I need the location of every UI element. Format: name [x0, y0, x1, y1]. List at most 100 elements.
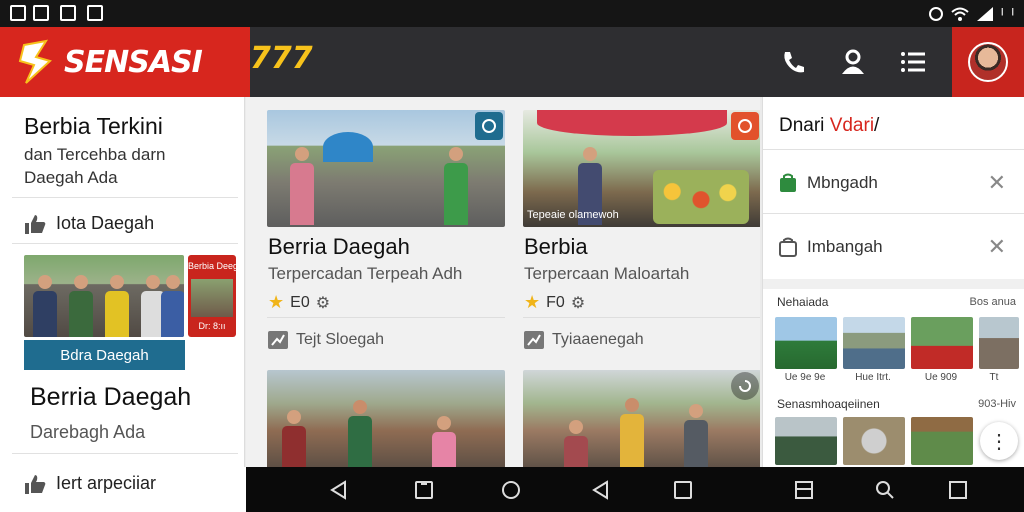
- card-footer[interactable]: Tejt Sloegah: [268, 331, 384, 349]
- account-avatar-button[interactable]: [952, 27, 1024, 97]
- gallery-count[interactable]: 903-Hiv: [978, 398, 1016, 410]
- share-icon[interactable]: [475, 112, 503, 140]
- divider: [12, 453, 238, 454]
- promo-badge-label: Berbia Deeger: [188, 261, 236, 271]
- right-panel: Dnari Vdari/ Mbngadh ✕ Imbangah ✕ Nehaia…: [762, 97, 1024, 467]
- thumbnail-caption: Ue 909: [924, 372, 958, 383]
- card-footer[interactable]: Tyiaaenegah: [524, 331, 644, 349]
- card-footer-label: Tejt Sloegah: [296, 331, 385, 348]
- divider: [267, 317, 505, 318]
- list-menu-icon: [901, 52, 925, 72]
- divider: [523, 317, 760, 318]
- list-item-label: Imbangah: [807, 237, 883, 256]
- card-image[interactable]: [523, 370, 760, 467]
- user-icon: [842, 49, 864, 74]
- search-button[interactable]: [873, 478, 897, 502]
- bag-icon: [779, 237, 797, 257]
- card-footer-label: Tyiaaenegah: [552, 331, 644, 348]
- trend-icon: [524, 331, 544, 349]
- thumbs-up-icon: [25, 474, 46, 494]
- square-icon: [949, 481, 967, 499]
- back-icon: [330, 480, 346, 500]
- chart-icon: [87, 5, 103, 21]
- card-title[interactable]: Berria Daegah: [268, 234, 410, 260]
- gallery-label: Senasmhoaqeiinen: [777, 397, 880, 411]
- search-icon: [876, 481, 894, 499]
- home-button[interactable]: [499, 478, 523, 502]
- status-bar: ᴵ ᴵ: [0, 0, 1024, 27]
- panel-subtitle-line2: Daegah Ada: [24, 168, 118, 187]
- list-item[interactable]: Imbangah ✕: [779, 227, 1014, 267]
- image-caption: Tepeaie olamewoh: [527, 209, 619, 221]
- section-label: Iert arpeciiar: [56, 473, 157, 493]
- section-link-special[interactable]: Iert arpeciiar: [24, 473, 156, 494]
- overview-button[interactable]: [946, 478, 970, 502]
- back-button[interactable]: [326, 478, 350, 502]
- thumbnail-caption: Ue 9e 9e: [784, 372, 826, 383]
- bookmark-icon[interactable]: [731, 112, 759, 140]
- headline-subtitle: Darebagh Ada: [30, 422, 146, 442]
- app-bar: SENSASI 777: [0, 27, 1024, 97]
- logo-mark-icon: [18, 39, 52, 84]
- bag-icon: [780, 173, 796, 192]
- card-title[interactable]: Berbia: [524, 234, 588, 260]
- section-link-regional[interactable]: Iota Daegah: [24, 213, 154, 234]
- gallery-thumbnail[interactable]: [775, 417, 837, 465]
- panel-title: Berbia Terkini: [24, 113, 163, 139]
- gallery-thumbnail[interactable]: [911, 317, 973, 369]
- news-feed: Berria Daegah Terpercadan Terpeah Adh ★ …: [246, 97, 760, 467]
- photo-icon: [60, 5, 76, 21]
- promo-badge-date: Dr: 8:ıı: [198, 321, 226, 331]
- battery-percent: ᴵ: [1000, 5, 1004, 23]
- brand-logo[interactable]: SENSASI: [0, 27, 250, 97]
- close-icon[interactable]: ✕: [988, 234, 1006, 260]
- signal-icon: [976, 7, 993, 21]
- phone-button[interactable]: [776, 45, 810, 79]
- promo-button[interactable]: Bdra Daegah: [24, 340, 185, 370]
- card-image[interactable]: [267, 370, 505, 467]
- left-panel: Berbia Terkini dan Tercehba darn Daegah …: [0, 97, 245, 467]
- more-options-button[interactable]: ⋮: [980, 422, 1018, 460]
- headline[interactable]: Berria Daegah: [30, 383, 191, 412]
- star-icon: ★: [268, 292, 285, 312]
- divider: [763, 213, 1024, 214]
- list-item[interactable]: Mbngadh ✕: [779, 163, 1014, 203]
- section-label: Iota Daegah: [56, 213, 155, 233]
- gallery-label: Nehaiada: [777, 295, 829, 309]
- home-circle-icon: [502, 481, 520, 499]
- back-button[interactable]: [588, 478, 612, 502]
- promo-photo[interactable]: [24, 255, 184, 337]
- brand-number: 777: [250, 41, 313, 76]
- thumbnail-caption: Tt: [989, 372, 999, 383]
- square-icon: [415, 481, 433, 499]
- refresh-icon[interactable]: [731, 372, 759, 400]
- card-subtitle: Terpercadan Terpeah Adh: [268, 264, 463, 283]
- gallery-thumbnail[interactable]: [843, 317, 905, 369]
- back-icon: [592, 480, 608, 500]
- phone-icon: [784, 52, 804, 73]
- close-icon[interactable]: ✕: [988, 170, 1006, 196]
- thumbnail-caption: Hue Itrt.: [855, 372, 891, 383]
- recents-button[interactable]: [671, 478, 695, 502]
- card-image[interactable]: Tepeaie olamewoh: [523, 110, 760, 227]
- settings-icon: ⚙: [315, 294, 331, 312]
- split-screen-button[interactable]: [792, 478, 816, 502]
- recents-button[interactable]: [412, 478, 436, 502]
- wifi-icon: [951, 7, 969, 21]
- promo-badge[interactable]: Berbia Deeger Dr: 8:ıı: [188, 255, 236, 337]
- panel-subtitle-line1: dan Tercehba darn: [24, 145, 166, 164]
- gallery-thumbnail[interactable]: [911, 417, 973, 465]
- gallery-thumbnail[interactable]: [843, 417, 905, 465]
- menu-button[interactable]: [896, 45, 930, 79]
- gallery-thumbnail[interactable]: [775, 317, 837, 369]
- gallery-thumbnail[interactable]: [979, 317, 1019, 369]
- avatar: [968, 42, 1008, 82]
- card-image[interactable]: [267, 110, 505, 227]
- star-icon: ★: [524, 292, 541, 312]
- card-subtitle: Terpercaan Maloartah: [524, 264, 690, 283]
- alarm-icon: [928, 7, 943, 21]
- profile-button[interactable]: [836, 45, 870, 79]
- system-nav-bar: [246, 467, 1024, 512]
- gallery-count[interactable]: Bos anua: [970, 296, 1016, 308]
- card-rating: ★ F0 ⚙: [524, 292, 586, 312]
